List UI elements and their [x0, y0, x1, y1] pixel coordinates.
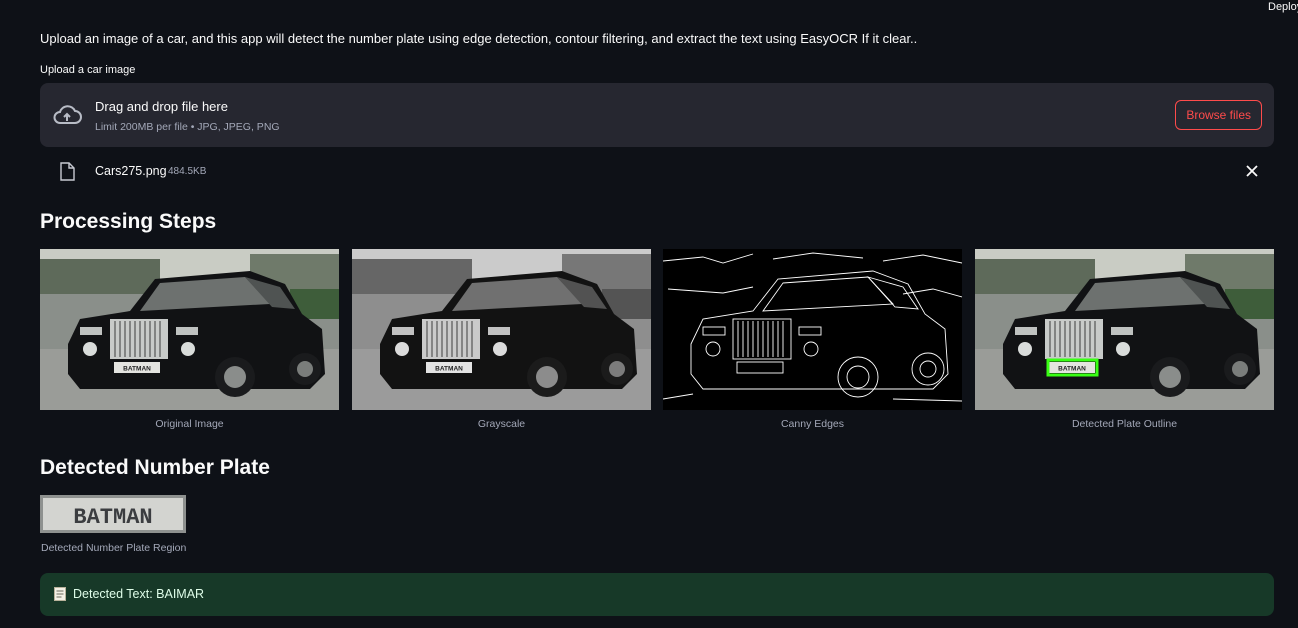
- image-caption: Canny Edges: [780, 418, 845, 430]
- dropzone-title: Drag and drop file here: [95, 99, 228, 114]
- plate-crop-text: BATMAN: [73, 505, 152, 530]
- intro-text: Upload an image of a car, and this app w…: [40, 31, 918, 46]
- image-caption: Original Image: [155, 418, 224, 430]
- uploaded-file-row: Cars275.png 484.5KB: [40, 157, 1274, 187]
- browse-files-button[interactable]: Browse files: [1175, 100, 1262, 130]
- plate-text: BATMAN: [1058, 366, 1086, 373]
- canny-edges-image: [663, 249, 962, 410]
- uploaded-file-size: 484.5KB: [168, 166, 207, 177]
- cloud-upload-icon: [53, 105, 82, 124]
- processing-steps-title: Processing Steps: [40, 210, 217, 233]
- plate-text: BATMAN: [123, 366, 151, 373]
- detected-text-alert: Detected Text: BAIMAR: [40, 573, 1274, 616]
- original-image: BATMAN: [40, 249, 339, 410]
- detected-plate-image: BATMAN: [40, 495, 186, 533]
- close-icon[interactable]: [1246, 165, 1258, 177]
- image-caption: Grayscale: [477, 418, 526, 430]
- image-caption: Detected Plate Outline: [1071, 418, 1178, 430]
- upload-label: Upload a car image: [40, 64, 136, 76]
- deploy-button[interactable]: Deploy: [1268, 0, 1298, 13]
- plate-caption: Detected Number Plate Region: [41, 542, 187, 554]
- dropzone-limit-text: Limit 200MB per file • JPG, JPEG, PNG: [95, 121, 280, 133]
- detected-text: Detected Text: BAIMAR: [73, 587, 205, 601]
- file-dropzone[interactable]: Drag and drop file here Limit 200MB per …: [40, 83, 1274, 147]
- plate-text: BATMAN: [435, 366, 463, 373]
- grayscale-image: BATMAN: [352, 249, 651, 410]
- detected-plate-title: Detected Number Plate: [40, 456, 270, 479]
- file-icon: [60, 162, 75, 181]
- uploaded-file-name: Cars275.png: [95, 164, 167, 178]
- detected-plate-outline-image: BATMAN: [975, 249, 1274, 410]
- memo-icon: [54, 587, 66, 601]
